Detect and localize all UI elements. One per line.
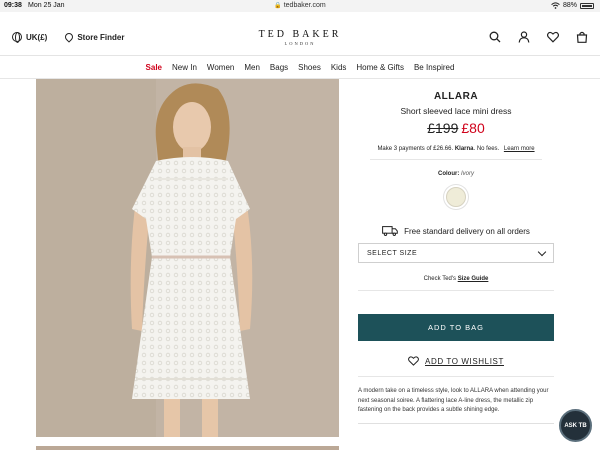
bag-icon[interactable] [576,31,588,43]
product-price: £199 £80 [358,120,554,136]
divider [370,159,542,160]
klarna-suffix: . No fees. [473,146,500,152]
colour-label: Colour: [437,171,460,177]
heart-icon[interactable] [547,31,559,43]
size-guide-row: Check Ted's Size Guide [358,276,554,282]
nav-item-women[interactable]: Women [207,63,234,72]
select-size-label: SELECT SIZE [367,249,418,257]
search-icon[interactable] [489,31,501,43]
colour-swatch-ivory[interactable] [446,187,466,207]
nav-item-home-gifts[interactable]: Home & Gifts [356,63,404,72]
address-bar[interactable]: 🔒 tedbaker.com [0,2,600,9]
account-icon[interactable] [518,31,530,43]
chevron-down-icon [537,247,547,256]
nav-item-kids[interactable]: Kids [331,63,347,72]
battery-icon [580,2,594,9]
add-to-wishlist-button[interactable]: ADD TO WISHLIST [358,356,554,366]
klarna-learn-more-link[interactable]: Learn more [504,146,535,152]
model-illustration [36,79,339,437]
product-short-description: Short sleeved lace mini dress [400,106,512,116]
header-icons [489,31,588,43]
delivery-info: Free standard delivery on all orders [358,226,554,236]
sale-price: £80 [461,120,485,136]
url-text: tedbaker.com [283,2,326,9]
add-to-bag-button[interactable]: ADD TO BAG [358,314,554,341]
main-nav: Sale New In Women Men Bags Shoes Kids Ho… [0,57,600,79]
nav-item-bags[interactable]: Bags [270,63,288,72]
colour-value: Ivory [460,171,474,177]
nav-item-new-in[interactable]: New In [172,63,197,72]
divider [358,376,554,377]
select-size-dropdown[interactable]: SELECT SIZE [358,243,554,263]
nav-item-sale[interactable]: Sale [146,63,162,72]
delivery-text: Free standard delivery on all orders [404,226,530,236]
heart-outline-icon [408,356,419,366]
divider [358,290,554,291]
nav-item-shoes[interactable]: Shoes [298,63,321,72]
product-image-secondary[interactable] [36,446,339,450]
wifi-icon [551,2,560,9]
add-to-wishlist-label: ADD TO WISHLIST [425,356,504,366]
truck-icon [382,226,398,236]
product-details: ALLARA Short sleeved lace mini dress £19… [358,79,554,424]
battery-percent: 88% [562,2,577,9]
nav-item-men[interactable]: Men [244,63,260,72]
status-right: 88% [551,2,594,9]
klarna-message: Make 3 payments of £26.66. Klarna. No fe… [358,146,554,152]
lock-icon: 🔒 [274,3,282,9]
nav-item-be-inspired[interactable]: Be Inspired [414,63,454,72]
ask-tb-chat-button[interactable]: ASK TB [559,409,592,442]
product-image[interactable] [36,79,339,437]
product-long-description: A modern take on a timeless style, look … [358,388,549,413]
klarna-prefix: Make 3 payments of £26.66. [377,146,454,152]
site-header: UK(£) Store Finder TED BAKER LONDON [0,12,600,56]
size-guide-prefix: Check Ted's [423,276,457,282]
product-name: ALLARA [433,91,479,102]
divider [358,422,554,424]
colour-label-row: Colour: Ivory [358,171,554,177]
size-guide-link[interactable]: Size Guide [458,276,489,282]
status-bar: 09:38 Mon 25 Jan 🔒 tedbaker.com 88% [0,0,600,12]
klarna-brand: Klarna [454,146,474,152]
old-price: £199 [427,120,459,136]
